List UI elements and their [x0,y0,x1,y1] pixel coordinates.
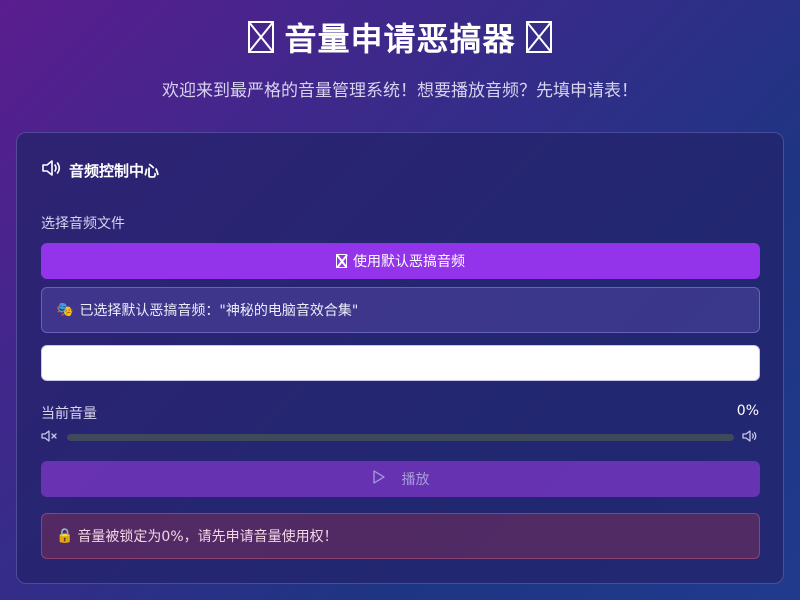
speaker-icon [41,159,61,181]
volume-slider-row [41,429,760,445]
panel-header: 音频控制中心 [41,159,159,181]
volume-locked-alert: 🔒 音量被锁定为0%，请先申请音量使用权！ [41,513,760,559]
audio-control-panel: 音频控制中心 选择音频文件 使用默认恶搞音频 🎭 已选择默认恶搞音频："神秘的电… [16,132,784,584]
selected-audio-text: 已选择默认恶搞音频："神秘的电脑音效合集" [79,303,359,319]
mute-icon [41,428,59,447]
play-button-label: 播放 [401,472,430,488]
play-button[interactable]: 播放 [41,461,760,497]
page-subtitle: 欢迎来到最严格的音量管理系统！想要播放音频？先填申请表！ [162,81,638,101]
page-title-row: 音量申请恶搞器 [0,14,800,60]
volume-value: 0% [736,403,759,419]
volume-icon [742,428,760,447]
volume-slider[interactable] [67,433,734,441]
missing-glyph-icon [525,21,552,53]
panel-title: 音频控制中心 [69,161,160,180]
audio-text-input[interactable] [41,345,760,381]
lock-icon: 🔒 [56,528,74,544]
page-title: 音量申请恶搞器 [284,20,516,58]
volume-label: 当前音量 [41,406,97,422]
use-default-audio-label: 使用默认恶搞音频 [353,254,465,270]
selected-audio-info: 🎭 已选择默认恶搞音频："神秘的电脑音效合集" [41,287,760,333]
missing-glyph-icon [336,254,347,268]
use-default-audio-button[interactable]: 使用默认恶搞音频 [41,243,760,279]
mask-icon: 🎭 [56,302,74,318]
volume-locked-text: 音量被锁定为0%，请先申请音量使用权！ [77,529,338,545]
play-icon [372,470,386,488]
file-select-label: 选择音频文件 [41,216,125,232]
missing-glyph-icon [248,21,275,53]
